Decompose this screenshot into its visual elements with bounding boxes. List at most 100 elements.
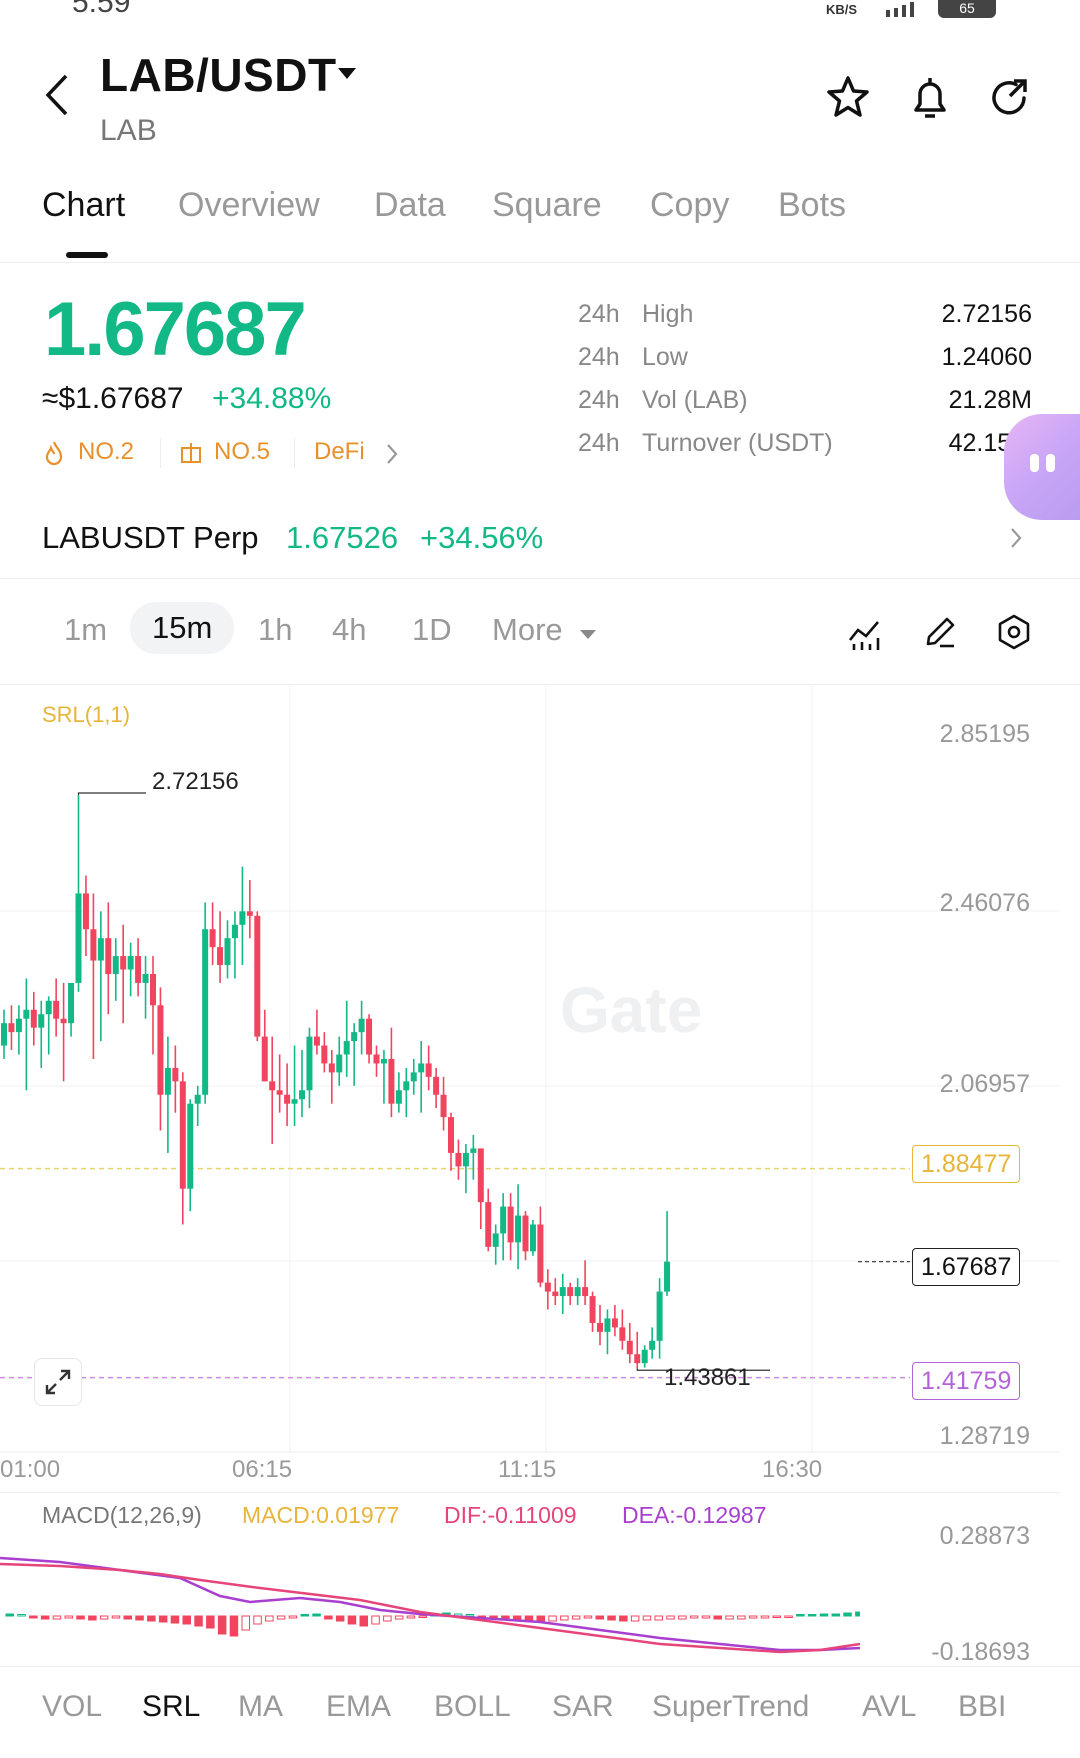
chevron-right-icon[interactable] (1008, 526, 1024, 550)
indicator-ema[interactable]: EMA (326, 1690, 391, 1724)
share-icon[interactable] (984, 72, 1036, 124)
macd-bar (170, 1615, 180, 1624)
last-price-tag[interactable]: 1.67687 (912, 1248, 1021, 1286)
macd-label[interactable]: MACD(12,26,9) (42, 1502, 202, 1529)
macd-chart[interactable] (0, 1526, 860, 1666)
macd-bar (123, 1615, 132, 1620)
indicator-boll[interactable]: BOLL (434, 1690, 511, 1724)
candle-body (641, 1349, 648, 1364)
candle-body (276, 1090, 283, 1095)
candle-body (164, 1067, 171, 1095)
rank-badge-gainers[interactable]: NO.5 (214, 438, 270, 466)
interval-15m[interactable]: 15m (130, 602, 235, 654)
tab-bots[interactable]: Bots (778, 186, 846, 225)
bell-icon[interactable] (904, 72, 956, 124)
indicator-srl[interactable]: SRL (142, 1690, 200, 1724)
candles (1, 795, 671, 1369)
macd-bar (630, 1615, 640, 1622)
macd-bar (52, 1615, 62, 1620)
rank-divider (294, 438, 295, 468)
candle-body (172, 1067, 179, 1082)
candle-body (127, 956, 134, 970)
indicator-supertrend[interactable]: SuperTrend (652, 1690, 809, 1724)
candle-body (559, 1287, 566, 1297)
interval-more[interactable]: More (492, 612, 563, 648)
indicator-bbi[interactable]: BBI (958, 1690, 1006, 1724)
perp-price: 1.67526 (286, 520, 399, 555)
macd-value: MACD:0.01977 (242, 1502, 400, 1528)
indicator-icon[interactable] (846, 612, 886, 652)
back-arrow-icon[interactable] (40, 70, 80, 120)
pair-title[interactable]: LAB/USDT (100, 48, 337, 102)
interval-1h[interactable]: 1h (258, 612, 292, 648)
interval-1d[interactable]: 1D (412, 612, 452, 648)
stat-period: 24h (578, 300, 620, 328)
perp-name[interactable]: LABUSDT Perp (42, 520, 259, 556)
tab-square[interactable]: Square (492, 186, 602, 225)
candle-body (239, 911, 246, 925)
candle-body (90, 929, 97, 961)
candle-body (60, 1018, 67, 1024)
macd-bar (5, 1613, 14, 1617)
macd-bar (335, 1615, 345, 1622)
tab-chart[interactable]: Chart (42, 186, 125, 225)
stat-period: 24h (578, 343, 620, 371)
candle-body (1, 1023, 7, 1046)
settings-icon[interactable] (994, 612, 1034, 652)
dif-value: DIF:-0.11009 (444, 1502, 577, 1528)
interval-4h[interactable]: 4h (332, 612, 366, 648)
candle-body (664, 1261, 671, 1292)
candle-body (373, 1054, 380, 1064)
main-tabs: Chart Overview Data Square Copy Bots (0, 186, 1080, 263)
expand-icon[interactable] (34, 1358, 82, 1406)
macd-bar (359, 1615, 368, 1627)
candle-body (30, 1009, 37, 1028)
macd-bar (383, 1615, 392, 1622)
macd-bar (807, 1614, 817, 1617)
tab-copy[interactable]: Copy (650, 186, 729, 225)
y-tick: 2.06957 (939, 1070, 1030, 1098)
pair-dropdown-icon[interactable] (338, 68, 356, 79)
candlestick-chart[interactable]: Gate (0, 686, 1060, 1458)
candle-body (418, 1063, 425, 1073)
macd-bar (371, 1615, 380, 1625)
rank-badge-hot[interactable]: NO.2 (78, 438, 134, 466)
stat-label-vol: Vol (LAB) (642, 386, 748, 414)
indicator-avl[interactable]: AVL (862, 1690, 916, 1724)
main-indicator-label[interactable]: SRL(1,1) (42, 702, 130, 728)
status-time: 5:59 (72, 0, 131, 19)
more-caret-icon[interactable] (580, 630, 596, 639)
assistant-bubble[interactable] (1004, 414, 1080, 520)
candle-body (313, 1036, 320, 1046)
indicator-bar-divider (0, 1666, 1080, 1667)
candle-body (343, 1041, 350, 1055)
macd-bar (465, 1614, 475, 1617)
candle-body (68, 982, 75, 1024)
srl-lower-tag: 1.41759 (912, 1362, 1021, 1400)
signal-icon (886, 2, 914, 17)
indicator-ma[interactable]: MA (238, 1690, 283, 1724)
tab-overview[interactable]: Overview (178, 186, 320, 225)
indicator-vol[interactable]: VOL (42, 1690, 102, 1724)
base-asset: LAB (100, 114, 157, 147)
y-tick: 2.46076 (939, 889, 1030, 917)
candle-body (150, 973, 156, 1006)
candle-body (567, 1287, 574, 1297)
candle-body (597, 1322, 603, 1332)
candle-body (477, 1148, 484, 1203)
candle-body (634, 1354, 641, 1364)
macd-bar (819, 1613, 829, 1617)
high-annotation: 2.72156 (152, 768, 239, 795)
candle-body (261, 1036, 268, 1082)
macd-bar (748, 1615, 758, 1619)
network-speed: KB/S (826, 2, 858, 17)
candle-body (492, 1233, 499, 1247)
category-badge[interactable]: DeFi (314, 438, 365, 466)
indicator-sar[interactable]: SAR (552, 1690, 614, 1724)
star-icon[interactable] (822, 72, 874, 124)
pencil-icon[interactable] (920, 612, 960, 652)
tab-data[interactable]: Data (374, 186, 446, 225)
interval-1m[interactable]: 1m (64, 612, 107, 648)
chevron-right-icon[interactable] (384, 442, 400, 466)
macd-bar (253, 1615, 262, 1625)
